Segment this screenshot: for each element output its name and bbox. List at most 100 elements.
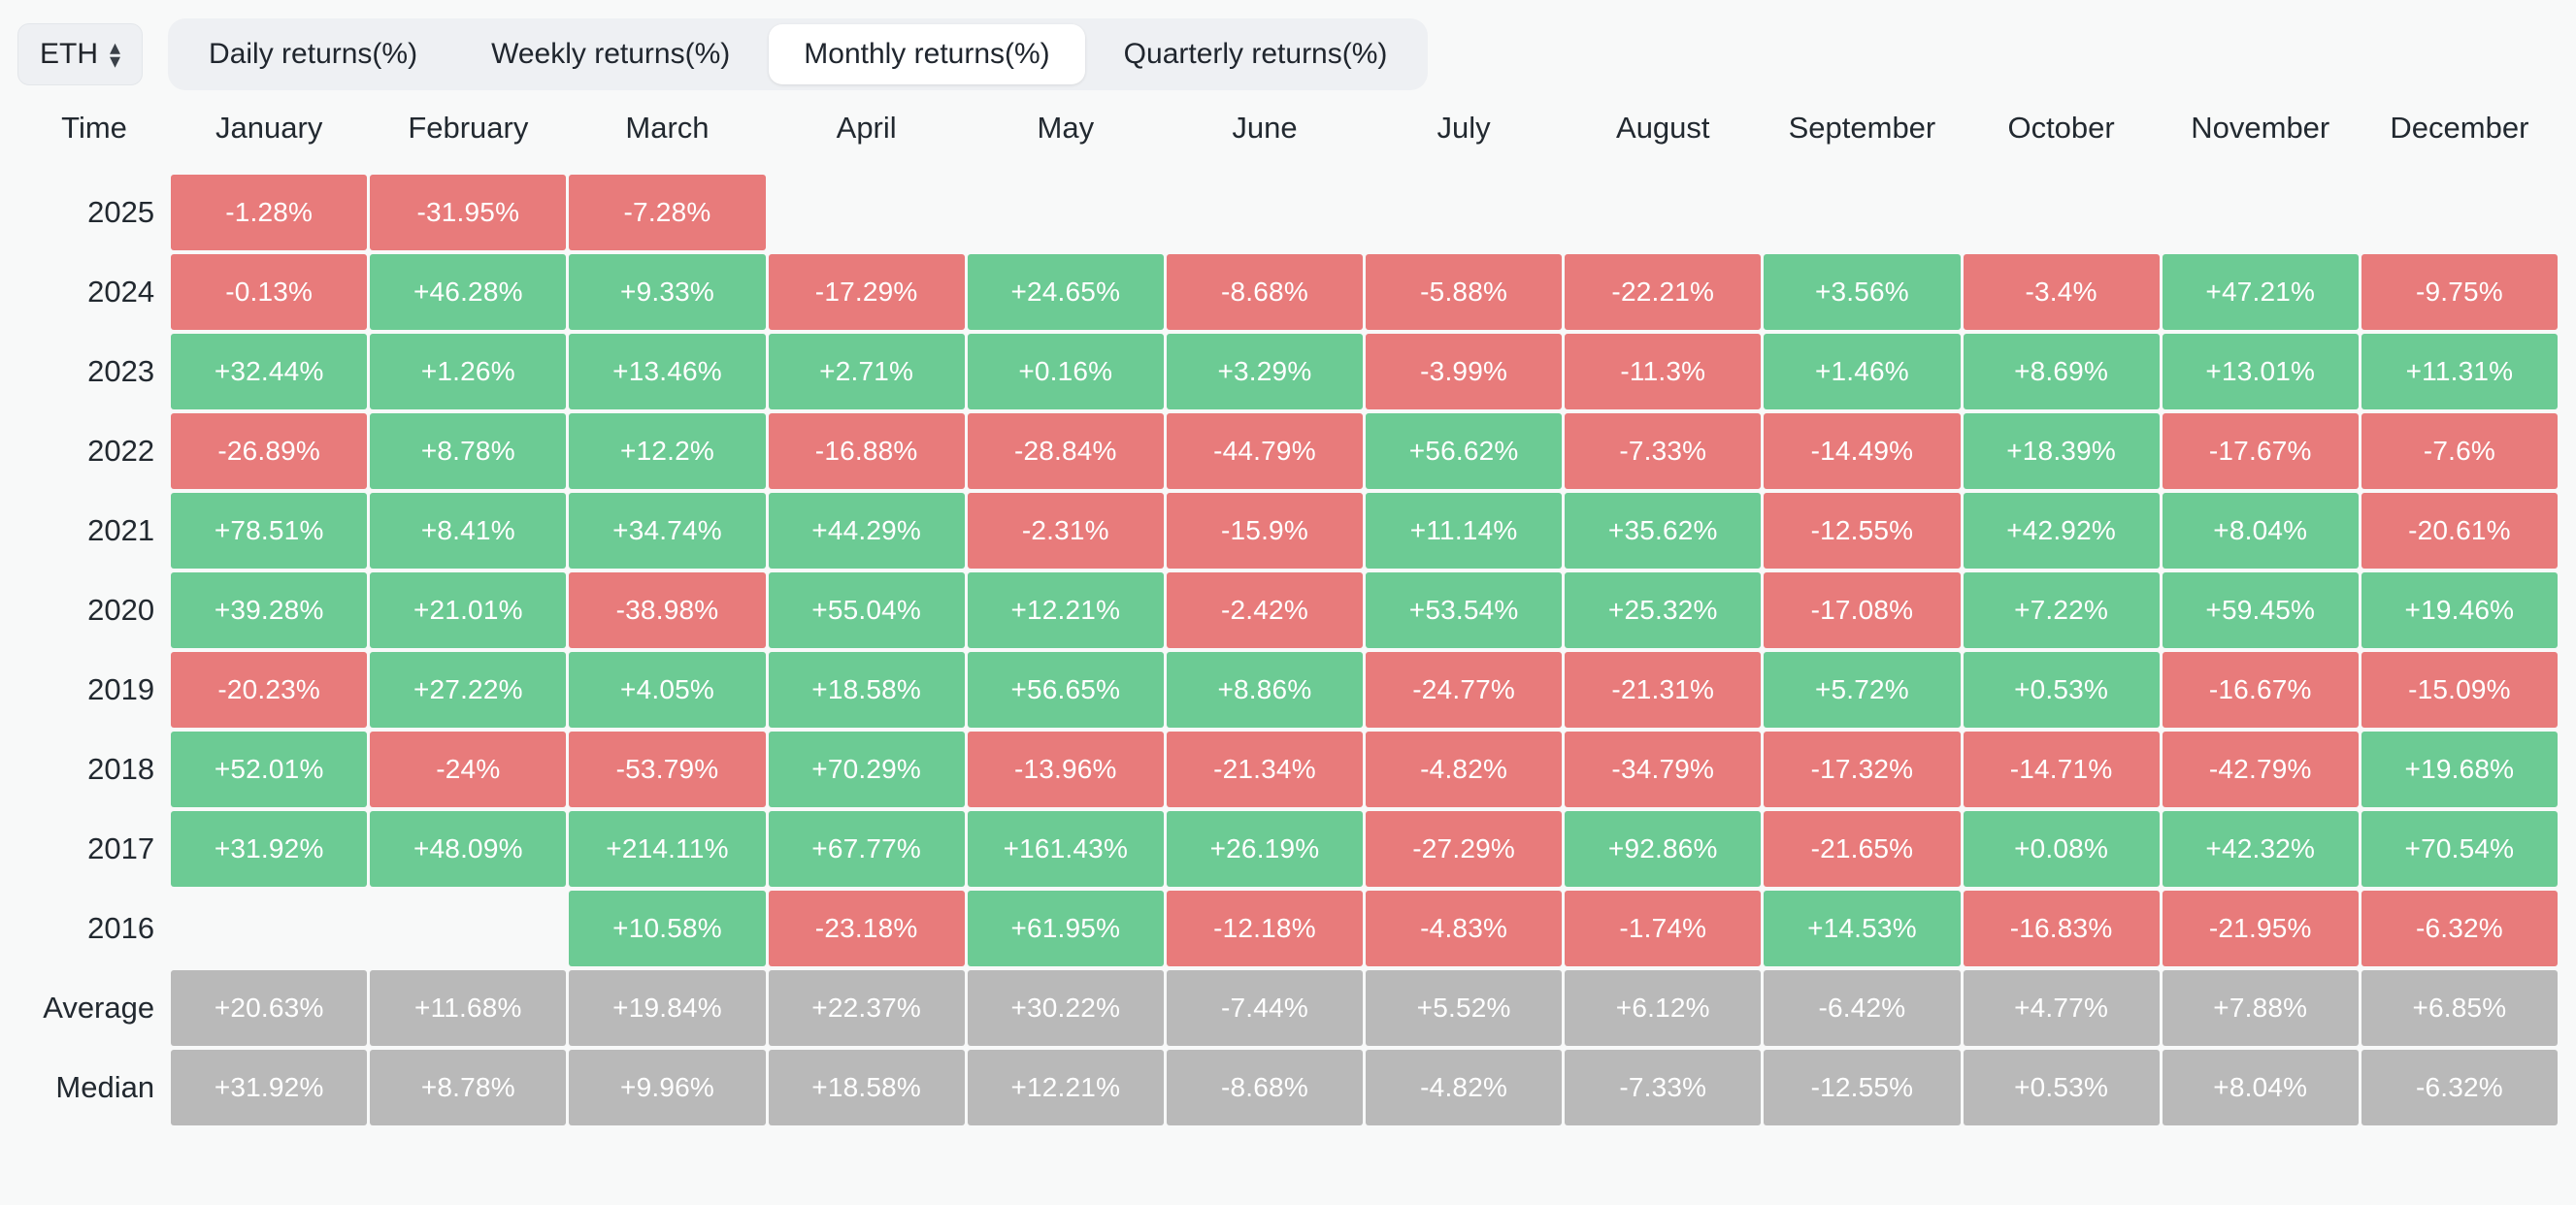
return-cell[interactable]: -20.61% [2361,493,2558,569]
return-cell[interactable] [1764,175,1960,250]
return-cell[interactable]: +39.28% [171,572,367,648]
return-cell[interactable] [968,175,1164,250]
return-cell[interactable]: +11.14% [1366,493,1562,569]
return-cell[interactable]: +56.65% [968,652,1164,728]
return-cell[interactable]: +27.22% [370,652,566,728]
return-cell[interactable]: +0.08% [1964,811,2160,887]
return-cell[interactable]: +24.65% [968,254,1164,330]
return-cell[interactable]: -15.9% [1167,493,1363,569]
return-cell[interactable]: +12.21% [968,1050,1164,1125]
return-cell[interactable]: +3.29% [1167,334,1363,409]
return-cell[interactable]: +26.19% [1167,811,1363,887]
return-cell[interactable]: -8.68% [1167,254,1363,330]
return-cell[interactable]: +10.58% [569,891,765,966]
return-cell[interactable]: +59.45% [2163,572,2359,648]
return-cell[interactable]: -21.34% [1167,732,1363,807]
return-cell[interactable]: -4.82% [1366,732,1562,807]
return-cell[interactable]: +6.85% [2361,970,2558,1046]
return-cell[interactable]: -17.08% [1764,572,1960,648]
return-cell[interactable]: -7.28% [569,175,765,250]
return-cell[interactable]: +21.01% [370,572,566,648]
return-cell[interactable]: +31.92% [171,1050,367,1125]
return-cell[interactable]: +61.95% [968,891,1164,966]
return-cell[interactable]: -16.88% [769,413,965,489]
symbol-select[interactable]: ETH ▴▾ [17,23,143,85]
return-cell[interactable]: -28.84% [968,413,1164,489]
return-cell[interactable]: -12.55% [1764,493,1960,569]
return-cell[interactable]: +42.92% [1964,493,2160,569]
return-cell[interactable]: +18.58% [769,1050,965,1125]
return-cell[interactable]: +44.29% [769,493,965,569]
return-cell[interactable]: +19.68% [2361,732,2558,807]
return-cell[interactable]: +42.32% [2163,811,2359,887]
return-cell[interactable]: -6.32% [2361,891,2558,966]
return-cell[interactable]: -26.89% [171,413,367,489]
return-cell[interactable]: -3.4% [1964,254,2160,330]
return-cell[interactable]: +78.51% [171,493,367,569]
return-cell[interactable] [2361,175,2558,250]
return-cell[interactable] [171,891,367,966]
return-cell[interactable]: +70.29% [769,732,965,807]
return-cell[interactable]: -24% [370,732,566,807]
return-cell[interactable]: +3.56% [1764,254,1960,330]
return-cell[interactable]: +55.04% [769,572,965,648]
return-cell[interactable]: +47.21% [2163,254,2359,330]
return-cell[interactable]: -3.99% [1366,334,1562,409]
return-cell[interactable]: -38.98% [569,572,765,648]
return-cell[interactable]: -21.65% [1764,811,1960,887]
return-cell[interactable]: +5.72% [1764,652,1960,728]
return-cell[interactable]: -4.83% [1366,891,1562,966]
return-cell[interactable]: +8.41% [370,493,566,569]
return-cell[interactable]: +8.04% [2163,493,2359,569]
return-cell[interactable]: +25.32% [1565,572,1761,648]
return-cell[interactable]: +52.01% [171,732,367,807]
return-cell[interactable]: -24.77% [1366,652,1562,728]
return-cell[interactable]: -17.32% [1764,732,1960,807]
tab-quarterly-returns[interactable]: Quarterly returns(%) [1089,24,1423,84]
return-cell[interactable]: -2.42% [1167,572,1363,648]
return-cell[interactable]: +70.54% [2361,811,2558,887]
return-cell[interactable] [769,175,965,250]
return-cell[interactable]: +13.46% [569,334,765,409]
return-cell[interactable]: +46.28% [370,254,566,330]
return-cell[interactable] [2163,175,2359,250]
return-cell[interactable]: -1.28% [171,175,367,250]
return-cell[interactable]: -14.71% [1964,732,2160,807]
return-cell[interactable]: +0.53% [1964,1050,2160,1125]
return-cell[interactable]: +4.05% [569,652,765,728]
return-cell[interactable]: -1.74% [1565,891,1761,966]
return-cell[interactable]: -0.13% [171,254,367,330]
return-cell[interactable]: +56.62% [1366,413,1562,489]
return-cell[interactable]: +22.37% [769,970,965,1046]
return-cell[interactable]: +18.58% [769,652,965,728]
return-cell[interactable]: +30.22% [968,970,1164,1046]
return-cell[interactable]: +11.31% [2361,334,2558,409]
return-cell[interactable]: -42.79% [2163,732,2359,807]
return-cell[interactable]: +48.09% [370,811,566,887]
return-cell[interactable]: -53.79% [569,732,765,807]
return-cell[interactable]: -6.42% [1764,970,1960,1046]
return-cell[interactable]: -21.95% [2163,891,2359,966]
return-cell[interactable]: +214.11% [569,811,765,887]
return-cell[interactable]: +161.43% [968,811,1164,887]
return-cell[interactable]: +8.78% [370,413,566,489]
return-cell[interactable]: -9.75% [2361,254,2558,330]
return-cell[interactable]: -16.67% [2163,652,2359,728]
return-cell[interactable]: +8.86% [1167,652,1363,728]
return-cell[interactable]: -2.31% [968,493,1164,569]
return-cell[interactable]: +6.12% [1565,970,1761,1046]
return-cell[interactable]: -12.55% [1764,1050,1960,1125]
return-cell[interactable]: -7.44% [1167,970,1363,1046]
return-cell[interactable]: -6.32% [2361,1050,2558,1125]
return-cell[interactable]: -27.29% [1366,811,1562,887]
return-cell[interactable]: -13.96% [968,732,1164,807]
return-cell[interactable]: +19.84% [569,970,765,1046]
return-cell[interactable]: +31.92% [171,811,367,887]
return-cell[interactable]: -31.95% [370,175,566,250]
return-cell[interactable]: -12.18% [1167,891,1363,966]
return-cell[interactable] [1565,175,1761,250]
return-cell[interactable]: -21.31% [1565,652,1761,728]
return-cell[interactable]: -5.88% [1366,254,1562,330]
return-cell[interactable]: -8.68% [1167,1050,1363,1125]
return-cell[interactable]: +8.69% [1964,334,2160,409]
